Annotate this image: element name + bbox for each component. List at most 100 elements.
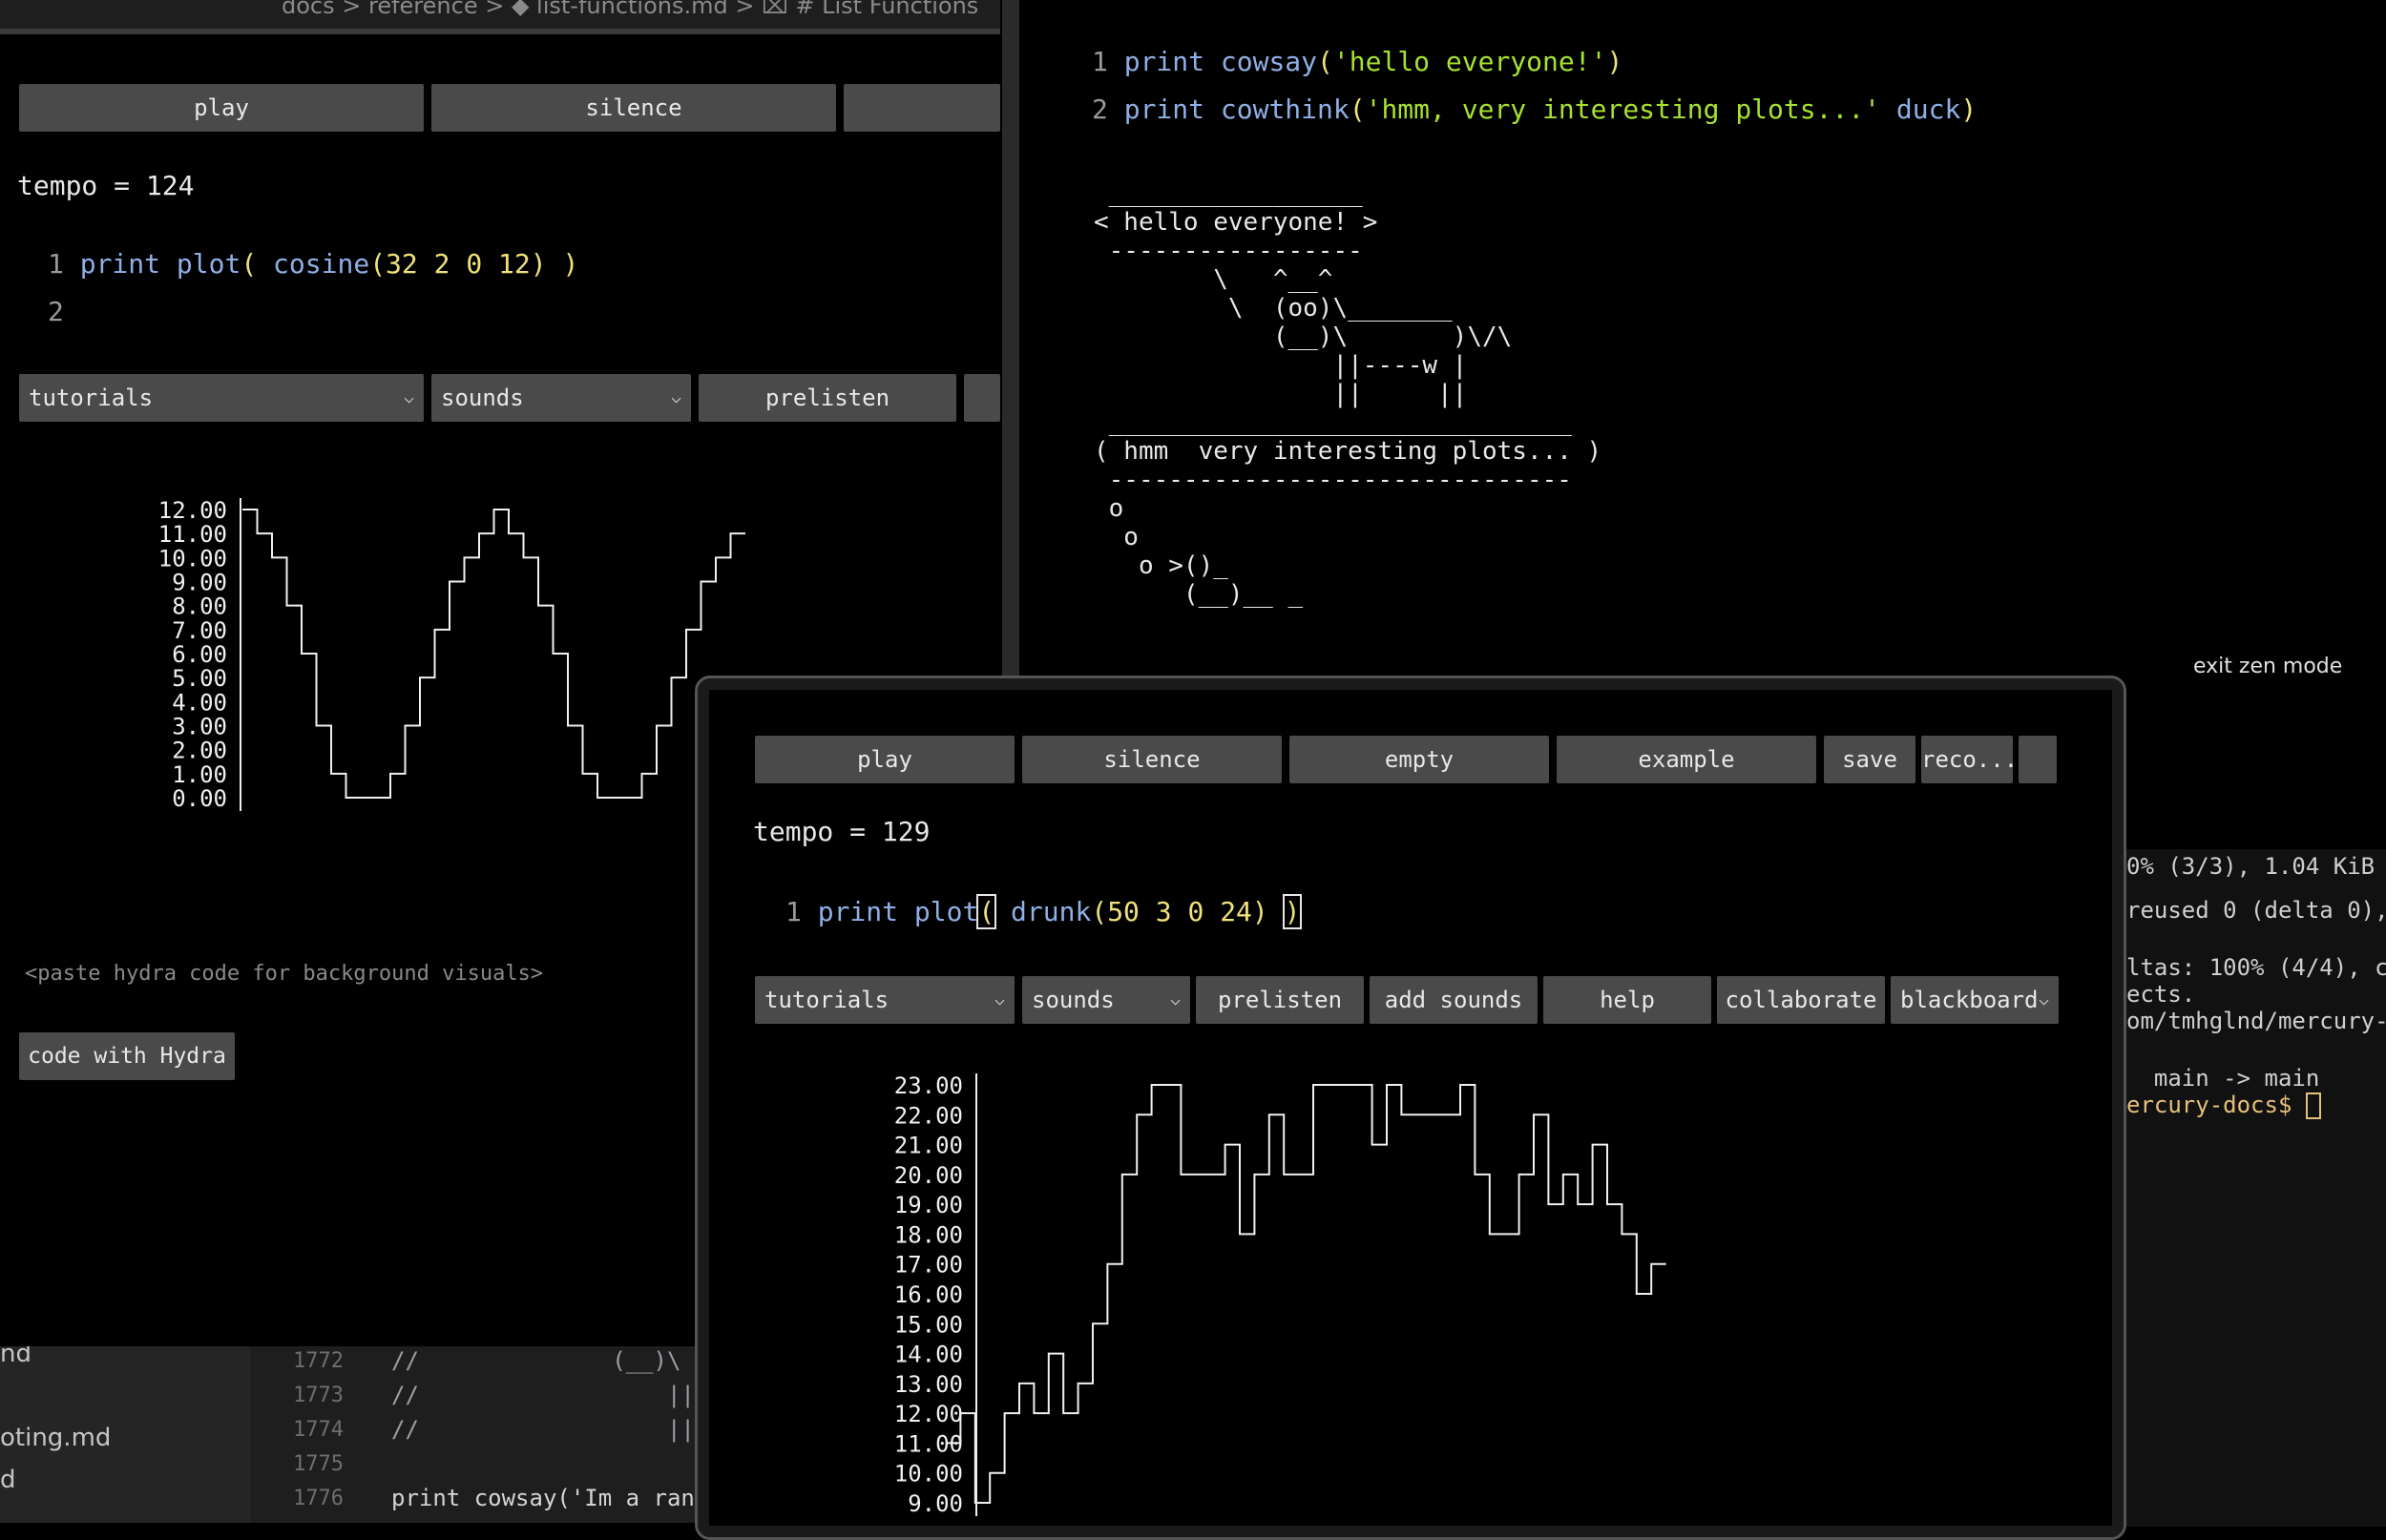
select-value: sounds <box>1032 987 1115 1013</box>
drunk-plot: 23.00 22.00 21.00 20.00 19.00 18.00 17.0016.00… <box>894 1072 1666 1517</box>
terminal-line: main -> main <box>2126 1065 2320 1092</box>
prelisten-button[interactable]: prelisten <box>1196 976 1364 1024</box>
terminal-line: ects. <box>2126 981 2196 1008</box>
y-tick-label: 1.00 <box>172 761 227 788</box>
terminal-line: 0% (3/3), 1.04 KiB <box>2126 853 2376 880</box>
save-button[interactable]: save <box>1824 736 1915 783</box>
code-line-1[interactable]: 1 print plot( cosine(32 2 0 12) ) <box>48 248 578 280</box>
add-sounds-button[interactable] <box>964 374 1000 422</box>
code-line-2[interactable]: 2 <box>48 296 64 327</box>
y-tick-label: 17.00 <box>894 1252 963 1279</box>
keyword: print <box>817 896 899 927</box>
line-number: 1776 <box>293 1487 344 1510</box>
paren: ) <box>562 248 579 280</box>
select-value: tutorials <box>29 385 154 411</box>
paren: ) <box>1960 94 1978 125</box>
y-tick-label: 16.00 <box>894 1281 963 1308</box>
keyword: print <box>79 248 161 280</box>
paren-highlight: ( <box>976 894 997 929</box>
chevron-down-icon: ⌵ <box>671 387 681 407</box>
code-line-1[interactable]: 1 print plot( drunk(50 3 0 24) ) <box>785 894 1303 929</box>
y-tick-label: 10.00 <box>894 1461 963 1488</box>
file-item[interactable]: d <box>0 1466 16 1494</box>
code-line-1[interactable]: 1 print cowsay('hello everyone!') <box>1092 46 1622 77</box>
record-button[interactable]: reco... <box>1921 736 2013 783</box>
code-line: // (__)\ <box>391 1347 681 1374</box>
example-button[interactable]: example <box>1557 736 1816 783</box>
code-line: print cowsay('Im a ran <box>391 1485 695 1511</box>
silence-button[interactable]: silence <box>1022 736 1282 783</box>
y-tick-label: 6.00 <box>172 641 227 668</box>
chevron-down-icon: ⌵ <box>2039 989 2049 1009</box>
y-tick-label: 18.00 <box>894 1221 963 1248</box>
plot-series-line <box>946 1084 1666 1504</box>
play-button[interactable]: play <box>19 84 424 132</box>
y-tick-label: 11.00 <box>894 1430 963 1457</box>
paren: ( <box>369 248 387 280</box>
paren: ) <box>1251 896 1268 927</box>
line-number: 2 <box>48 296 64 327</box>
y-tick-label: 5.00 <box>172 665 227 692</box>
function-name: cosine <box>273 248 370 280</box>
paren-highlight: ) <box>1282 894 1303 929</box>
y-tick-label: 8.00 <box>172 593 227 620</box>
breadcrumb[interactable]: docs > reference > ◆ list-functions.md >… <box>282 0 978 19</box>
file-explorer[interactable]: nd oting.md d <box>0 1336 250 1523</box>
y-tick-label: 0.00 <box>172 785 227 812</box>
string-literal: 'hello everyone!' <box>1332 46 1607 77</box>
sounds-select[interactable]: sounds ⌵ <box>431 374 691 422</box>
y-tick-label: 13.00 <box>894 1371 963 1398</box>
file-item[interactable]: oting.md <box>0 1424 111 1452</box>
blackboard-select[interactable]: blackboard ⌵ <box>1891 976 2059 1024</box>
y-tick-label: 14.00 <box>894 1342 963 1368</box>
line-number: 2 <box>1092 94 1108 125</box>
chevron-down-icon: ⌵ <box>1170 989 1181 1009</box>
select-value: tutorials <box>764 987 890 1013</box>
line-number: 1775 <box>293 1452 344 1476</box>
y-tick-label: 4.00 <box>172 689 227 716</box>
prelisten-button[interactable]: prelisten <box>699 374 956 422</box>
more-button[interactable] <box>2019 736 2057 783</box>
mercury-window-front: play silence empty example save reco... … <box>695 676 2126 1540</box>
hydra-code-input[interactable]: <paste hydra code for background visuals… <box>25 962 543 986</box>
keyword: print <box>1123 46 1205 77</box>
empty-button[interactable]: empty <box>1289 736 1549 783</box>
play-button[interactable]: play <box>755 736 1015 783</box>
paren: ( <box>241 248 258 280</box>
function-name: drunk <box>1011 896 1092 927</box>
cursor <box>2305 1093 2321 1119</box>
sounds-select[interactable]: sounds ⌵ <box>1022 976 1190 1024</box>
plot-series-line <box>242 509 745 799</box>
line-number: 1774 <box>293 1418 344 1442</box>
function-name: cowsay <box>1220 46 1318 77</box>
collaborate-button[interactable]: collaborate <box>1717 976 1885 1024</box>
terminal-line: reused 0 (delta 0), <box>2126 897 2386 924</box>
argument: duck <box>1880 94 1961 125</box>
chevron-down-icon: ⌵ <box>994 989 1005 1009</box>
line-number: 1 <box>1092 46 1108 77</box>
code-line-2[interactable]: 2 print cowthink('hmm, very interesting … <box>1092 94 1977 125</box>
terminal-prompt-text: ercury-docs$ <box>2126 1092 2306 1118</box>
y-tick-label: 9.00 <box>172 570 227 596</box>
tutorials-select[interactable]: tutorials ⌵ <box>755 976 1015 1024</box>
y-tick-label: 15.00 <box>894 1311 963 1338</box>
arguments: 50 3 0 24 <box>1107 896 1252 927</box>
terminal-panel[interactable]: 0% (3/3), 1.04 KiB reused 0 (delta 0), l… <box>2119 840 2386 1527</box>
tutorials-select[interactable]: tutorials ⌵ <box>19 374 424 422</box>
string-literal: 'hmm, very interesting plots...' <box>1365 94 1881 125</box>
cowsay-output: _________________ < hello everyone! > --… <box>1094 179 1513 408</box>
silence-button[interactable]: silence <box>431 84 836 132</box>
code-line: // || <box>391 1416 695 1443</box>
exit-zen-mode-button[interactable]: exit zen mode <box>2193 655 2342 678</box>
empty-button[interactable] <box>844 84 1000 132</box>
paren: ( <box>1349 94 1366 125</box>
select-value: blackboard <box>1900 987 2039 1013</box>
add-sounds-button[interactable]: add sounds <box>1370 976 1538 1024</box>
help-button[interactable]: help <box>1543 976 1711 1024</box>
paren: ( <box>1091 896 1108 927</box>
y-tick-label: 20.00 <box>894 1162 963 1189</box>
line-number: 1773 <box>293 1384 344 1407</box>
code-with-hydra-button[interactable]: code with Hydra <box>19 1032 235 1080</box>
function-name: plot <box>913 896 979 927</box>
arguments: 32 2 0 12 <box>386 248 531 280</box>
